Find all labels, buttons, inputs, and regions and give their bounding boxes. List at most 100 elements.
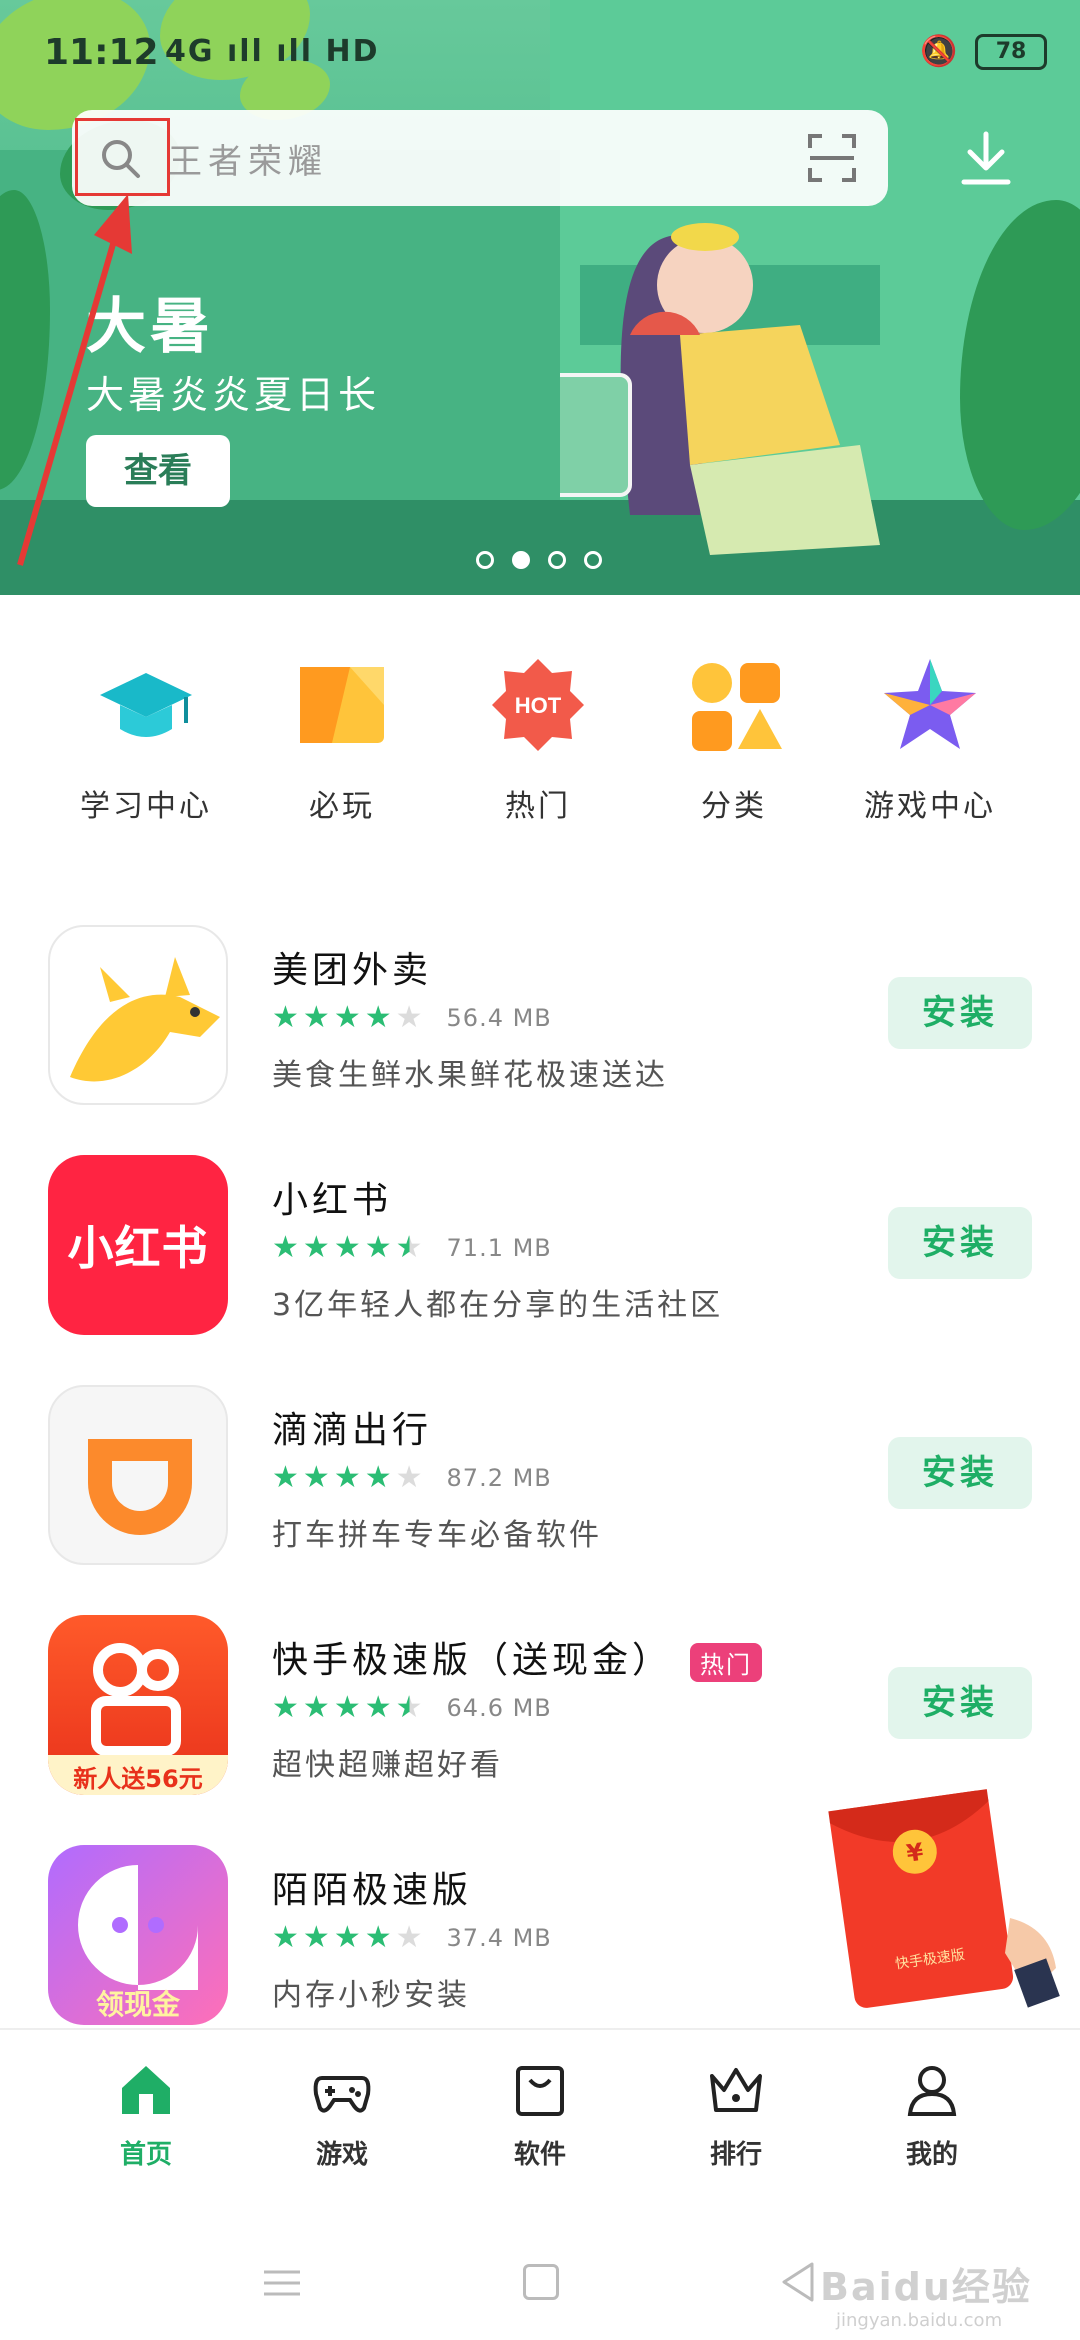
category-label: 分类: [701, 789, 767, 824]
kangaroo-icon: [70, 957, 220, 1082]
baidu-watermark-url: jingyan.baidu.com: [836, 2310, 1003, 2331]
category-label: 游戏中心: [864, 789, 996, 824]
app-rating: ★ ★ ★ ★ ★ 71.1 MB: [272, 1231, 552, 1265]
app-name: 陌陌极速版: [272, 1870, 473, 1911]
category-label: 必玩: [309, 789, 375, 824]
search-bar[interactable]: 王者荣耀: [72, 110, 888, 206]
app-size: 37.4 MB: [446, 1924, 552, 1952]
didi-logo-icon: [88, 1439, 192, 1535]
list-item-xiaohongshu[interactable]: 小红书 小红书 ★ ★ ★ ★ ★ 71.1 MB 3亿年轻人都在分享的生活社区 安装: [0, 1155, 1080, 1385]
app-description: 美食生鲜水果鲜花极速送达: [272, 1058, 668, 1093]
download-icon[interactable]: [960, 130, 1012, 186]
star-icon: ★: [333, 1920, 361, 1955]
app-icon-xiaohongshu[interactable]: 小红书: [48, 1155, 228, 1335]
app-icon-kuaishou[interactable]: 新人送56元: [48, 1615, 228, 1795]
star-icon: ★: [364, 1690, 392, 1725]
app-icon-didi[interactable]: [48, 1385, 228, 1565]
system-navigation-bar: Baidu经验 jingyan.baidu.com: [0, 2198, 1080, 2340]
app-icon-meituan[interactable]: [48, 925, 228, 1105]
install-button[interactable]: 安装: [888, 1667, 1032, 1739]
star-icon: ★: [333, 1460, 361, 1495]
nav-software[interactable]: 软件: [480, 2060, 600, 2171]
app-icon-text: 新人送56元: [73, 1765, 203, 1793]
star-icon: ★: [395, 1460, 423, 1495]
carousel-indicator: [476, 551, 602, 569]
search-input[interactable]: 王者荣耀: [168, 134, 328, 183]
star-icon: ★: [302, 1460, 330, 1495]
annotation-arrow-icon: [17, 194, 132, 566]
highlight-box: [75, 118, 170, 196]
star-half-icon: ★: [395, 1230, 423, 1265]
star-icon: ★: [302, 1920, 330, 1955]
install-button[interactable]: 安装: [888, 1207, 1032, 1279]
star-icon: ★: [364, 1920, 392, 1955]
nav-mine[interactable]: 我的: [872, 2060, 992, 2171]
app-description: 3亿年轻人都在分享的生活社区: [272, 1288, 724, 1323]
app-size: 56.4 MB: [446, 1004, 552, 1032]
nav-home[interactable]: 首页: [86, 2060, 206, 2171]
game-center-star-icon: [884, 659, 976, 749]
star-icon: ★: [333, 1230, 361, 1265]
app-name: 快手极速版（送现金） 热门: [272, 1631, 763, 1683]
profile-icon: [907, 2066, 957, 2116]
star-icon: ★: [395, 1920, 423, 1955]
carousel-dot: [476, 551, 494, 569]
star-icon: ★: [272, 1460, 299, 1495]
must-play-icon: [300, 667, 384, 743]
category-study-center[interactable]: 学习中心: [48, 655, 244, 825]
battery-icon: 78: [975, 34, 1047, 70]
nav-label: 排行: [709, 2140, 762, 2170]
banner-illustration: [560, 223, 880, 555]
category-game-center[interactable]: 游戏中心: [832, 655, 1028, 825]
nav-games[interactable]: 游戏: [282, 2060, 402, 2171]
nav-ranking[interactable]: 排行: [676, 2060, 796, 2171]
app-name-text: 快手极速版（送现金）: [272, 1640, 673, 1681]
nav-label: 我的: [905, 2140, 958, 2170]
list-item-didi[interactable]: 滴滴出行 ★ ★ ★ ★ ★ 87.2 MB 打车拼车专车必备软件 安装: [0, 1385, 1080, 1615]
carousel-dot-active: [512, 551, 530, 569]
install-button[interactable]: 安装: [888, 977, 1032, 1049]
category-label: 热门: [505, 789, 571, 824]
app-icon-momo[interactable]: 领现金: [48, 1845, 228, 2025]
star-half-icon: ★: [395, 1690, 423, 1725]
app-name: 小红书: [272, 1180, 393, 1221]
gamepad-icon: [313, 2076, 371, 2113]
star-icon: ★: [364, 1000, 392, 1035]
category-classify[interactable]: 分类: [636, 655, 832, 825]
status-time: 11:12: [44, 32, 159, 73]
star-icon: ★: [272, 1920, 299, 1955]
scan-icon[interactable]: [806, 132, 858, 184]
hero-banner[interactable]: 11:12 4G ıll ıll HD 🔕 78 王者荣耀 大暑 大暑炎炎夏日长…: [0, 0, 1080, 595]
app-rating: ★ ★ ★ ★ ★ 37.4 MB: [272, 1921, 552, 1955]
star-icon: ★: [395, 1000, 423, 1035]
hot-badge-icon: HOT: [492, 659, 584, 751]
list-item-meituan[interactable]: 美团外卖 ★ ★ ★ ★ ★ 56.4 MB 美食生鲜水果鲜花极速送达 安装: [0, 925, 1080, 1155]
star-icon: ★: [272, 1690, 299, 1725]
category-grid-icon: [692, 663, 782, 751]
app-description: 内存小秒安装: [272, 1978, 470, 2013]
app-rating: ★ ★ ★ ★ ★ 64.6 MB: [272, 1691, 552, 1725]
signal-icon: 4G ıll ıll HD: [165, 34, 380, 69]
back-icon[interactable]: [778, 2260, 818, 2304]
app-icon-text: 领现金: [95, 1988, 180, 2021]
red-envelope-float[interactable]: ¥ 快手极速版: [820, 1778, 1060, 2008]
app-name: 滴滴出行: [272, 1410, 433, 1451]
status-bar: 11:12 4G ıll ıll HD 🔕 78: [0, 0, 1080, 105]
star-icon: ★: [333, 1690, 361, 1725]
star-icon: ★: [364, 1460, 392, 1495]
recent-apps-icon[interactable]: [262, 2268, 302, 2298]
category-hot[interactable]: HOT 热门: [440, 655, 636, 825]
star-icon: ★: [302, 1690, 330, 1725]
home-button-icon[interactable]: [523, 2264, 559, 2300]
carousel-dot: [548, 551, 566, 569]
app-description: 超快超赚超好看: [272, 1748, 503, 1783]
mute-icon: 🔕: [920, 34, 958, 69]
app-name: 美团外卖: [272, 950, 433, 991]
nav-label: 首页: [119, 2140, 172, 2170]
category-must-play[interactable]: 必玩: [244, 655, 440, 825]
app-size: 87.2 MB: [446, 1464, 552, 1492]
software-bag-icon: [516, 2066, 564, 2116]
install-button[interactable]: 安装: [888, 1437, 1032, 1509]
baidu-watermark: Baidu经验: [820, 2265, 1032, 2309]
app-store-home: 11:12 4G ıll ıll HD 🔕 78 王者荣耀 大暑 大暑炎炎夏日长…: [0, 0, 1080, 2340]
